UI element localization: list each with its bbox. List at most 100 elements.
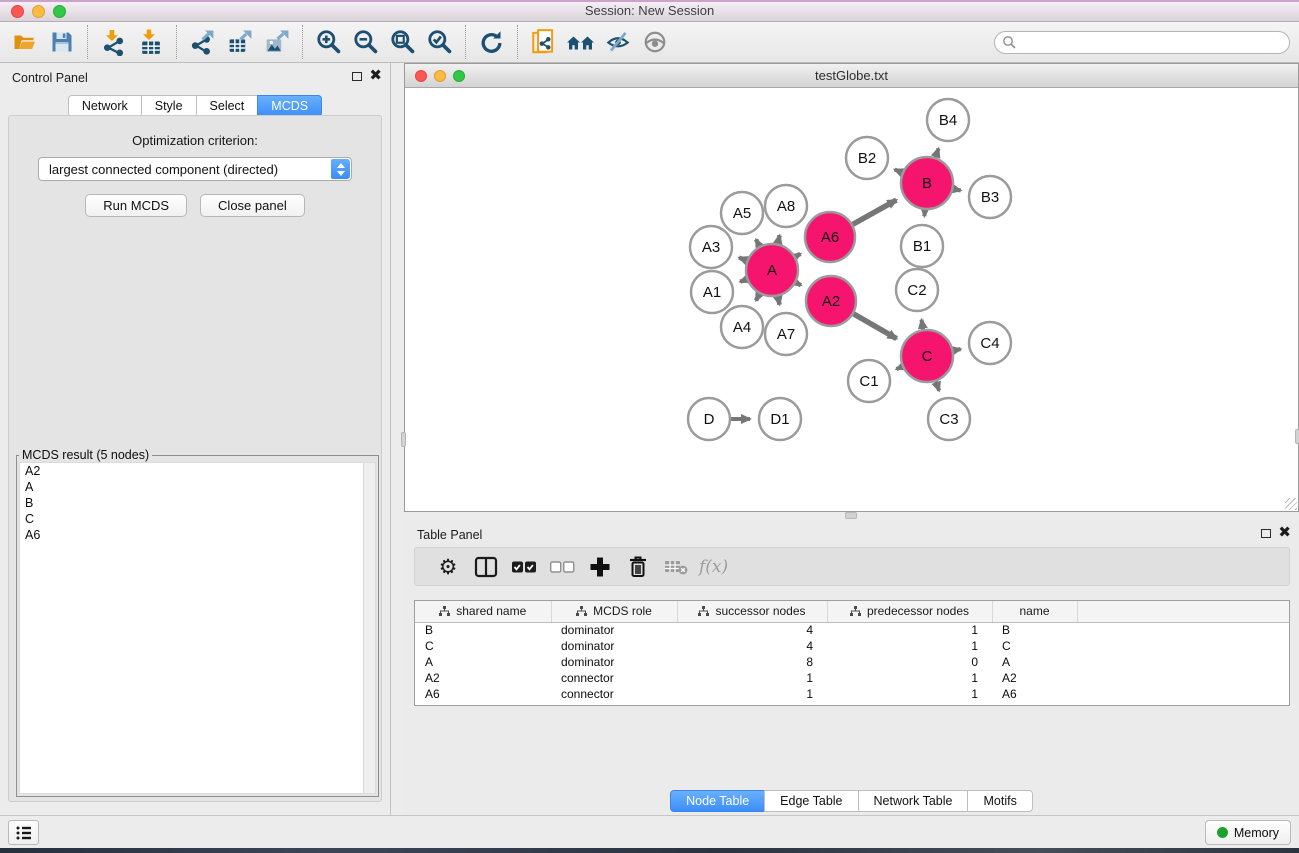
cell-successor-nodes[interactable]: 8 <box>677 654 827 670</box>
column-header-MCDS-role[interactable]: MCDS role <box>551 601 677 622</box>
cell-MCDS-role[interactable]: dominator <box>551 638 677 654</box>
graph-edge-B-B4[interactable] <box>936 149 939 158</box>
save-icon[interactable] <box>43 26 80 58</box>
tab-mcds[interactable]: MCDS <box>257 95 322 117</box>
graph-node-B3[interactable]: B3 <box>969 176 1011 218</box>
cell-predecessor-nodes[interactable]: 0 <box>827 654 992 670</box>
result-scrollbar[interactable] <box>363 463 375 793</box>
split-columns-icon[interactable] <box>467 552 505 582</box>
column-header-predecessor-nodes[interactable]: predecessor nodes <box>827 601 992 622</box>
graph-node-B4[interactable]: B4 <box>927 99 969 141</box>
tab-network-table[interactable]: Network Table <box>858 790 969 812</box>
graph-node-A7[interactable]: A7 <box>765 313 807 355</box>
cell-MCDS-role[interactable]: connector <box>551 686 677 702</box>
cell-name[interactable]: A <box>992 654 1077 670</box>
minimize-window-button[interactable] <box>32 5 45 18</box>
table-row[interactable]: Adominator80A <box>415 654 1289 670</box>
network-canvas[interactable]: B4B2BB3A5A8A6B1A3AC2A1A2A4A7CC4C1C3DD1 <box>405 88 1298 511</box>
close-table-panel-icon[interactable]: ✖ <box>1278 527 1291 539</box>
cell-MCDS-role[interactable]: connector <box>551 670 677 686</box>
table-row[interactable]: Cdominator41C <box>415 638 1289 654</box>
import-table-icon[interactable] <box>132 26 169 58</box>
result-item-a[interactable]: A <box>20 479 362 495</box>
graph-node-A3[interactable]: A3 <box>690 226 732 268</box>
resize-grip-icon[interactable] <box>1285 498 1297 510</box>
graph-node-A8[interactable]: A8 <box>765 185 807 227</box>
graph-edge-A-A1[interactable] <box>740 279 747 281</box>
graph-node-C2[interactable]: C2 <box>896 269 938 311</box>
zoom-out-icon[interactable] <box>347 26 384 58</box>
graph-edge-C-C4[interactable] <box>953 349 960 350</box>
cell-shared-name[interactable]: A6 <box>415 686 551 702</box>
graph-node-A6[interactable]: A6 <box>805 212 855 262</box>
table-row[interactable]: Bdominator41B <box>415 622 1289 638</box>
graph-node-B2[interactable]: B2 <box>846 137 888 179</box>
graph-node-D1[interactable]: D1 <box>759 398 801 440</box>
tab-motifs[interactable]: Motifs <box>967 790 1032 812</box>
cell-shared-name[interactable]: C <box>415 638 551 654</box>
right-splitter-handle[interactable] <box>1295 429 1299 444</box>
hide-columns-icon[interactable] <box>543 552 581 582</box>
horizontal-splitter-handle[interactable] <box>845 512 857 519</box>
export-network-icon[interactable] <box>184 26 221 58</box>
graph-edge-A-A5[interactable] <box>756 240 759 247</box>
cell-predecessor-nodes[interactable]: 1 <box>827 622 992 638</box>
cell-shared-name[interactable]: B <box>415 622 551 638</box>
result-item-b[interactable]: B <box>20 495 362 511</box>
column-header-successor-nodes[interactable]: successor nodes <box>677 601 827 622</box>
criterion-dropdown[interactable]: largest connected component (directed) <box>38 157 352 181</box>
graph-node-A1[interactable]: A1 <box>691 271 733 313</box>
graph-node-B[interactable]: B <box>901 157 953 209</box>
refresh-icon[interactable] <box>473 26 510 58</box>
maximize-window-button[interactable] <box>53 5 66 18</box>
graph-node-A2[interactable]: A2 <box>806 276 856 326</box>
cell-shared-name[interactable]: A <box>415 654 551 670</box>
network-minimize-button[interactable] <box>434 70 446 82</box>
cell-successor-nodes[interactable]: 4 <box>677 622 827 638</box>
graph-node-A5[interactable]: A5 <box>721 192 763 234</box>
close-panel-icon[interactable]: ✖ <box>369 70 382 82</box>
cell-name[interactable]: A6 <box>992 686 1077 702</box>
graph-edge-C-C3[interactable] <box>936 382 939 391</box>
folder-open-icon[interactable] <box>6 26 43 58</box>
graph-node-C1[interactable]: C1 <box>848 360 890 402</box>
settings-gear-icon[interactable]: ⚙ <box>429 552 467 582</box>
graph-node-C4[interactable]: C4 <box>969 322 1011 364</box>
cell-MCDS-role[interactable]: dominator <box>551 622 677 638</box>
function-builder-icon[interactable]: f(x) <box>699 557 728 577</box>
export-image-icon[interactable] <box>258 26 295 58</box>
close-panel-button[interactable]: Close panel <box>200 194 305 217</box>
graph-node-B1[interactable]: B1 <box>901 225 943 267</box>
graph-edge-A-A8[interactable] <box>778 235 780 243</box>
graph-edge-A-A4[interactable] <box>756 294 759 301</box>
tab-node-table[interactable]: Node Table <box>670 790 765 812</box>
tab-network[interactable]: Network <box>68 95 142 117</box>
graph-edge-A2-C[interactable] <box>854 314 897 339</box>
float-panel-icon[interactable] <box>352 72 362 81</box>
zoom-selected-icon[interactable] <box>421 26 458 58</box>
search-input[interactable] <box>994 31 1290 54</box>
result-item-a2[interactable]: A2 <box>20 463 362 479</box>
cell-successor-nodes[interactable]: 1 <box>677 670 827 686</box>
graph-edge-B-B1[interactable] <box>924 210 925 216</box>
network-titlebar[interactable]: testGlobe.txt <box>405 64 1298 88</box>
cell-name[interactable]: C <box>992 638 1077 654</box>
float-table-panel-icon[interactable] <box>1261 529 1271 538</box>
import-network-icon[interactable] <box>95 26 132 58</box>
double-home-icon[interactable] <box>562 26 599 58</box>
graph-edge-B-B3[interactable] <box>953 189 960 191</box>
column-header-name[interactable]: name <box>992 601 1077 622</box>
graph-node-C3[interactable]: C3 <box>928 398 970 440</box>
graph-node-D[interactable]: D <box>688 398 730 440</box>
tab-style[interactable]: Style <box>141 95 197 117</box>
column-header-shared-name[interactable]: shared name <box>415 601 551 622</box>
cell-predecessor-nodes[interactable]: 1 <box>827 638 992 654</box>
node-table-container[interactable]: shared nameMCDS rolesuccessor nodesprede… <box>414 600 1290 706</box>
graph-edge-A-A3[interactable] <box>739 258 747 261</box>
table-row[interactable]: A2connector11A2 <box>415 670 1289 686</box>
add-column-icon[interactable] <box>581 552 619 582</box>
close-window-button[interactable] <box>11 5 24 18</box>
task-history-button[interactable] <box>8 820 39 845</box>
graph-edge-C-C1[interactable] <box>897 367 903 369</box>
result-item-a6[interactable]: A6 <box>20 527 362 543</box>
